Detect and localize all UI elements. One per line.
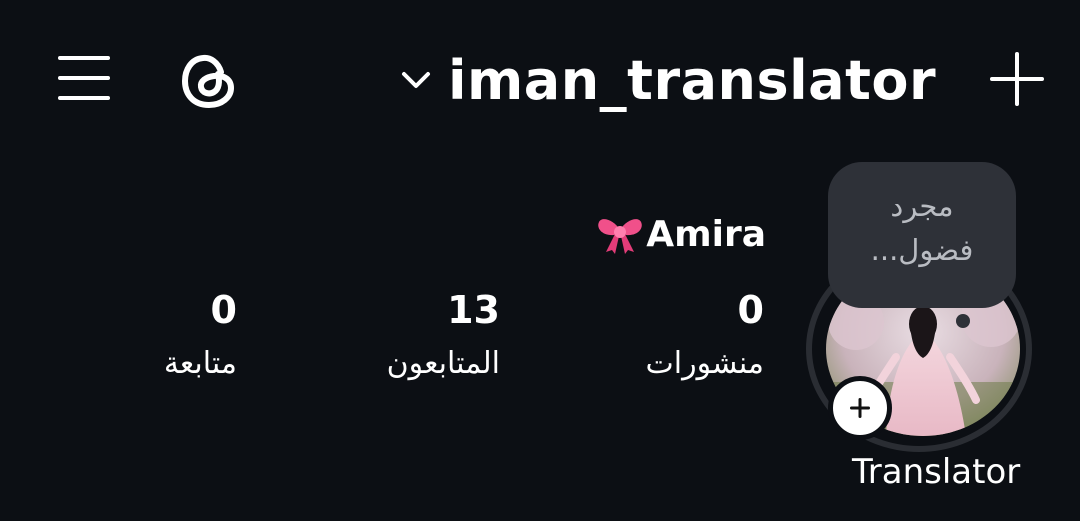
plus-icon[interactable]: [984, 46, 1050, 112]
note-bubble-tail: [956, 314, 970, 328]
following-label: متابعة: [163, 346, 237, 381]
display-name: Amira: [596, 212, 766, 256]
profile-note-bubble[interactable]: مجرد فضول...: [828, 162, 1016, 308]
followers-label: المتابعون: [386, 346, 500, 381]
profile-note-text: مجرد فضول...: [870, 189, 974, 267]
profile-username: iman_translator: [448, 48, 937, 112]
followers-count: 13: [447, 288, 500, 332]
following-count: 0: [210, 288, 237, 332]
add-story-button[interactable]: [828, 376, 892, 440]
stat-following[interactable]: 0 متابعة: [0, 286, 237, 388]
posts-label: منشورات: [645, 346, 764, 381]
profile-screen: iman_translator Amira 0 منشورات 13 المتا…: [0, 0, 1080, 521]
display-name-text: Amira: [646, 213, 766, 255]
avatar-caption: Translator: [852, 452, 1021, 492]
chevron-down-icon: [402, 72, 430, 88]
ribbon-bow-icon: [598, 219, 642, 254]
hamburger-menu-icon[interactable]: [54, 50, 114, 106]
stat-followers[interactable]: 13 المتابعون: [260, 286, 500, 388]
plus-icon: [850, 398, 870, 418]
threads-logo-icon[interactable]: [176, 48, 242, 114]
stat-posts[interactable]: 0 منشورات: [524, 286, 764, 388]
account-switcher[interactable]: iman_translator: [396, 42, 936, 118]
posts-count: 0: [737, 288, 764, 332]
